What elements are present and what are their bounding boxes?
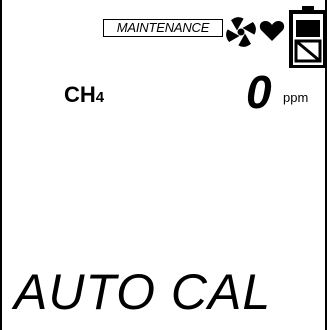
gas-name-label: CH4	[64, 82, 104, 111]
gas-reading-unit: ppm	[283, 90, 309, 105]
status-message: AUTO CAL	[14, 264, 272, 320]
device-display: MAINTENANCE CH4 0 ppm AUTO CAL	[0, 0, 328, 330]
display-frame-left	[0, 0, 2, 330]
heart-icon	[259, 20, 285, 41]
gas-reading-value: 0	[246, 66, 272, 118]
fan-icon	[226, 17, 256, 47]
battery-icon	[289, 6, 327, 68]
maintenance-badge: MAINTENANCE	[103, 19, 223, 37]
gas-name-text: CH	[64, 82, 96, 107]
gas-name-subscript: 4	[95, 89, 105, 106]
